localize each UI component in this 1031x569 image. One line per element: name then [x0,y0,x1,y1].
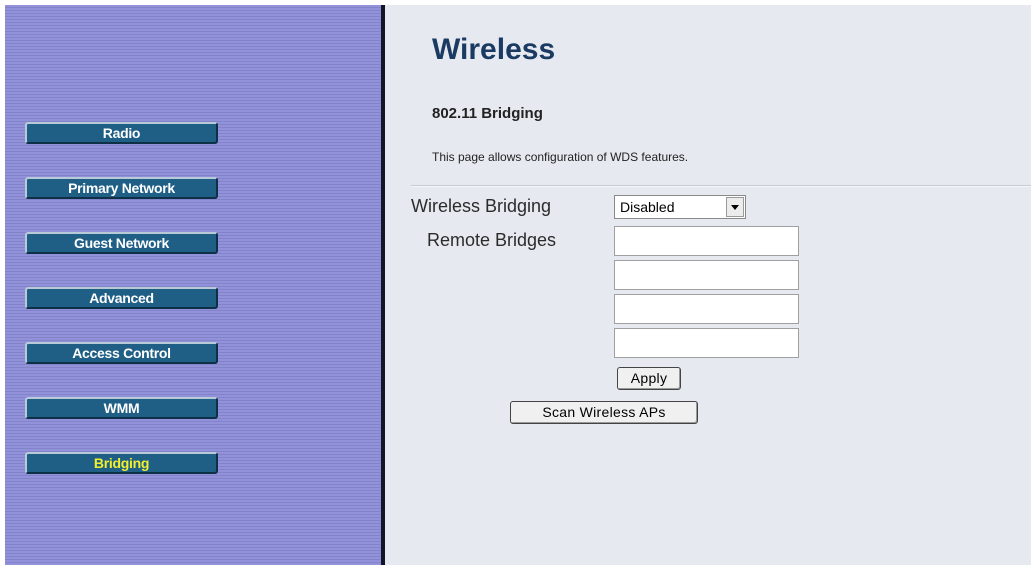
sidebar-item-primary-network[interactable]: Primary Network [25,177,218,199]
wireless-bridging-label: Wireless Bridging [411,196,552,216]
page-frame: Radio Primary Network Guest Network Adva… [5,5,1031,565]
remote-bridge-field-2[interactable] [614,260,799,290]
remote-bridge-field-1[interactable] [614,226,799,256]
section-divider [411,185,1031,187]
sidebar-item-advanced[interactable]: Advanced [25,287,218,309]
remote-bridge-field-3[interactable] [614,294,799,324]
sidebar-nav: Radio Primary Network Guest Network Adva… [5,5,381,565]
dropdown-arrow-icon[interactable] [726,197,744,217]
wireless-bridging-select[interactable]: Disabled [614,195,746,219]
apply-button[interactable]: Apply [617,367,681,390]
sidebar-item-bridging[interactable]: Bridging [25,452,218,474]
sidebar-item-guest-network[interactable]: Guest Network [25,232,218,254]
page-description: This page allows configuration of WDS fe… [432,150,689,164]
remote-bridge-field-4[interactable] [614,328,799,358]
sidebar-item-wmm[interactable]: WMM [25,397,218,419]
remote-bridges-label: Remote Bridges [427,230,557,250]
scan-wireless-aps-button[interactable]: Scan Wireless APs [510,401,698,424]
section-title: 802.11 Bridging [432,105,543,122]
main-content: Wireless 802.11 Bridging This page allow… [385,5,1031,565]
sidebar-item-radio[interactable]: Radio [25,122,218,144]
wireless-bridging-value: Disabled [620,199,675,215]
sidebar-item-access-control[interactable]: Access Control [25,342,218,364]
page-title: Wireless [432,33,556,66]
